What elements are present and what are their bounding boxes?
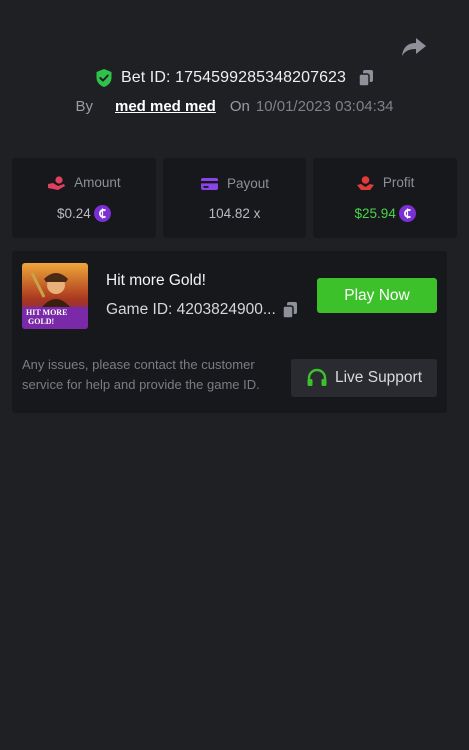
play-now-button[interactable]: Play Now xyxy=(317,278,437,313)
profit-card: Profit $25.94 xyxy=(313,158,458,238)
game-card: HIT MORE GOLD! Hit more Gold! Game ID: 4… xyxy=(12,251,447,413)
support-help-text: Any issues, please contact the customer … xyxy=(22,357,260,392)
thumbnail-title-line1: HIT MORE xyxy=(26,308,67,317)
profit-label: Profit xyxy=(382,175,415,190)
game-thumbnail[interactable]: HIT MORE GOLD! xyxy=(22,263,88,329)
amount-card: Amount $0.24 xyxy=(12,158,156,238)
hand-coin-icon xyxy=(48,175,66,190)
payout-value: 104.82 x xyxy=(208,205,261,221)
bet-details-screen: Bet ID: 1754599285348207623 By med med m… xyxy=(0,0,469,750)
profit-value: $25.94 xyxy=(354,205,396,221)
stats-row: Amount $0.24 Payout 104.82 x Profit $25.… xyxy=(12,158,458,238)
game-title: Hit more Gold! xyxy=(106,272,206,289)
username-link[interactable]: med med med xyxy=(115,98,216,115)
hand-coins-icon xyxy=(356,175,374,190)
bet-id-text: Bet ID: 1754599285348207623 xyxy=(120,69,347,86)
amount-value: $0.24 xyxy=(56,205,91,221)
share-arrow-icon[interactable] xyxy=(400,35,428,59)
on-label: On xyxy=(229,98,250,115)
by-label: By xyxy=(75,98,93,115)
bet-id-row: Bet ID: 1754599285348207623 xyxy=(0,68,469,88)
bet-datetime: 10/01/2023 03:04:34 xyxy=(255,98,394,115)
amount-label: Amount xyxy=(74,175,121,190)
coin-icon xyxy=(398,204,416,222)
copy-icon[interactable] xyxy=(358,69,374,87)
live-support-button[interactable]: Live Support xyxy=(291,359,437,397)
live-support-label: Live Support xyxy=(334,369,423,386)
shield-check-icon xyxy=(96,69,112,87)
headset-icon xyxy=(307,368,327,386)
game-id-row: Game ID: 4203824900... xyxy=(106,301,298,319)
card-icon xyxy=(200,177,218,190)
copy-icon[interactable] xyxy=(282,301,298,319)
coin-icon xyxy=(93,204,111,222)
game-id-text: Game ID: 4203824900... xyxy=(106,301,276,318)
payout-card: Payout 104.82 x xyxy=(162,158,307,238)
author-row: By med med med On 10/01/2023 03:04:34 xyxy=(0,98,469,115)
thumbnail-title-line2: GOLD! xyxy=(28,317,54,326)
payout-label: Payout xyxy=(226,176,270,191)
